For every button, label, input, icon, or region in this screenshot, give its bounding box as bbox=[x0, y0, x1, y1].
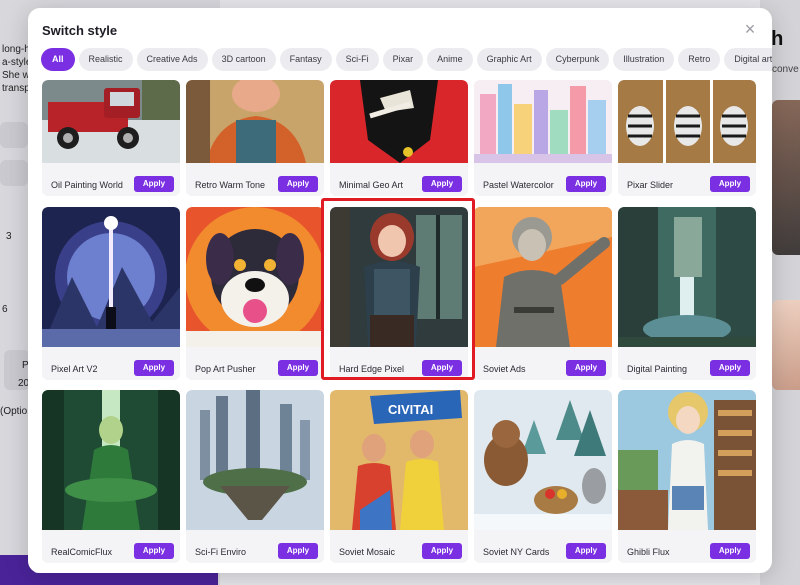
style-name: Soviet Ads bbox=[483, 364, 526, 374]
style-card-minimal-geo-art[interactable]: Minimal Geo Art Apply bbox=[330, 80, 468, 196]
background-text: transp bbox=[2, 83, 30, 94]
filter-chip-creative-ads[interactable]: Creative Ads bbox=[136, 48, 208, 71]
style-name: Oil Painting World bbox=[51, 180, 123, 190]
style-card-soviet-mosaic[interactable]: CIVITAI Soviet Mosaic Apply bbox=[330, 390, 468, 563]
style-name: Minimal Geo Art bbox=[339, 180, 404, 190]
style-card-ghibli-flux[interactable]: Ghibli Flux Apply bbox=[618, 390, 756, 563]
filter-chip-realistic[interactable]: Realistic bbox=[78, 48, 133, 71]
filter-chip-graphic-art[interactable]: Graphic Art bbox=[476, 48, 542, 71]
style-card-pixar-slider[interactable]: Pixar Slider Apply bbox=[618, 80, 756, 196]
style-grid: Oil Painting World Apply Retro Warm Tone… bbox=[28, 80, 772, 573]
background-panel bbox=[0, 160, 28, 186]
background-image bbox=[772, 100, 800, 255]
glowing-portal-figure-image bbox=[42, 207, 180, 347]
filter-chip-anime[interactable]: Anime bbox=[427, 48, 473, 71]
style-card-soviet-ny-cards[interactable]: Soviet NY Cards Apply bbox=[474, 390, 612, 563]
background-text: (Optio bbox=[0, 406, 28, 417]
style-card-pop-art-pusher[interactable]: Pop Art Pusher Apply bbox=[186, 207, 324, 380]
style-card-sci-fi-enviro[interactable]: Sci-Fi Enviro Apply bbox=[186, 390, 324, 563]
green-forest-woman-image bbox=[42, 390, 180, 530]
apply-button[interactable]: Apply bbox=[134, 360, 174, 376]
geometric-face-cigarette-image bbox=[330, 80, 468, 163]
pastel-city-image bbox=[474, 80, 612, 163]
floating-scifi-city-image bbox=[186, 390, 324, 530]
apply-button[interactable]: Apply bbox=[278, 360, 318, 376]
soviet-soldier-poster-image bbox=[474, 207, 612, 347]
style-name: Pixar Slider bbox=[627, 180, 674, 190]
style-card-pixel-art-v2[interactable]: Pixel Art V2 Apply bbox=[42, 207, 180, 380]
style-card-hard-edge-pixel[interactable]: Hard Edge Pixel Apply bbox=[330, 207, 468, 380]
filter-chip-all[interactable]: All bbox=[41, 48, 75, 71]
mosaic-banner-text: CIVITAI bbox=[388, 402, 433, 417]
style-name: Sci-Fi Enviro bbox=[195, 547, 247, 557]
style-name: RealComicFlux bbox=[51, 547, 113, 557]
style-card-soviet-ads[interactable]: Soviet Ads Apply bbox=[474, 207, 612, 380]
style-card-oil-painting-world[interactable]: Oil Painting World Apply bbox=[42, 80, 180, 196]
style-name: Soviet NY Cards bbox=[483, 547, 550, 557]
mosaic-couple-civitai-image: CIVITAI bbox=[330, 390, 468, 530]
anime-girl-bookshop-image bbox=[618, 390, 756, 530]
bear-snow-card-image bbox=[474, 390, 612, 530]
filter-chip-3d-cartoon[interactable]: 3D cartoon bbox=[211, 48, 276, 71]
background-text: 3 bbox=[6, 231, 12, 242]
apply-button[interactable]: Apply bbox=[422, 360, 462, 376]
apply-button[interactable]: Apply bbox=[710, 176, 750, 192]
zebras-image bbox=[618, 80, 756, 163]
filter-chip-pixar[interactable]: Pixar bbox=[382, 48, 424, 71]
filter-chip-illustration[interactable]: Illustration bbox=[613, 48, 675, 71]
apply-button[interactable]: Apply bbox=[566, 360, 606, 376]
modal-title: Switch style bbox=[42, 23, 118, 38]
background-text: 6 bbox=[2, 304, 8, 315]
apply-button[interactable]: Apply bbox=[278, 176, 318, 192]
red-vintage-truck-image bbox=[42, 80, 180, 163]
apply-button[interactable]: Apply bbox=[566, 176, 606, 192]
apply-button[interactable]: Apply bbox=[134, 176, 174, 192]
filter-chip-sci-fi[interactable]: Sci-Fi bbox=[335, 48, 379, 71]
style-name: Soviet Mosaic bbox=[339, 547, 396, 557]
filter-chip-fantasy[interactable]: Fantasy bbox=[279, 48, 332, 71]
style-card-digital-painting[interactable]: Digital Painting Apply bbox=[618, 207, 756, 380]
style-card-pastel-watercolor[interactable]: Pastel Watercolor Apply bbox=[474, 80, 612, 196]
waterfall-ruins-image bbox=[618, 207, 756, 347]
style-name: Pixel Art V2 bbox=[51, 364, 98, 374]
switch-style-modal: Switch style × All Realistic Creative Ad… bbox=[28, 8, 772, 573]
style-name: Retro Warm Tone bbox=[195, 180, 266, 190]
style-name: Digital Painting bbox=[627, 364, 688, 374]
apply-button[interactable]: Apply bbox=[134, 543, 174, 559]
background-subtext: conve bbox=[772, 64, 799, 75]
style-name: Pop Art Pusher bbox=[195, 364, 256, 374]
filter-chip-cyberpunk[interactable]: Cyberpunk bbox=[545, 48, 610, 71]
style-name: Ghibli Flux bbox=[627, 547, 670, 557]
filter-chip-digital-art[interactable]: Digital art bbox=[724, 48, 772, 71]
style-name: Hard Edge Pixel bbox=[339, 364, 405, 374]
anime-girl-window-image bbox=[330, 207, 468, 347]
apply-button[interactable]: Apply bbox=[422, 543, 462, 559]
style-card-realcomicflux[interactable]: RealComicFlux Apply bbox=[42, 390, 180, 563]
close-icon[interactable]: × bbox=[742, 20, 758, 38]
style-filter-bar: All Realistic Creative Ads 3D cartoon Fa… bbox=[41, 48, 772, 71]
apply-button[interactable]: Apply bbox=[710, 543, 750, 559]
background-panel bbox=[0, 122, 28, 148]
style-card-retro-warm-tone[interactable]: Retro Warm Tone Apply bbox=[186, 80, 324, 196]
background-text: She w bbox=[2, 70, 30, 81]
retro-woman-portrait-image bbox=[186, 80, 324, 163]
style-name: Pastel Watercolor bbox=[483, 180, 554, 190]
apply-button[interactable]: Apply bbox=[566, 543, 606, 559]
apply-button[interactable]: Apply bbox=[422, 176, 462, 192]
apply-button[interactable]: Apply bbox=[710, 360, 750, 376]
filter-chip-retro[interactable]: Retro bbox=[678, 48, 721, 71]
apply-button[interactable]: Apply bbox=[278, 543, 318, 559]
pop-art-dog-image bbox=[186, 207, 324, 347]
background-text: long-h bbox=[2, 44, 30, 55]
background-image bbox=[772, 300, 800, 390]
